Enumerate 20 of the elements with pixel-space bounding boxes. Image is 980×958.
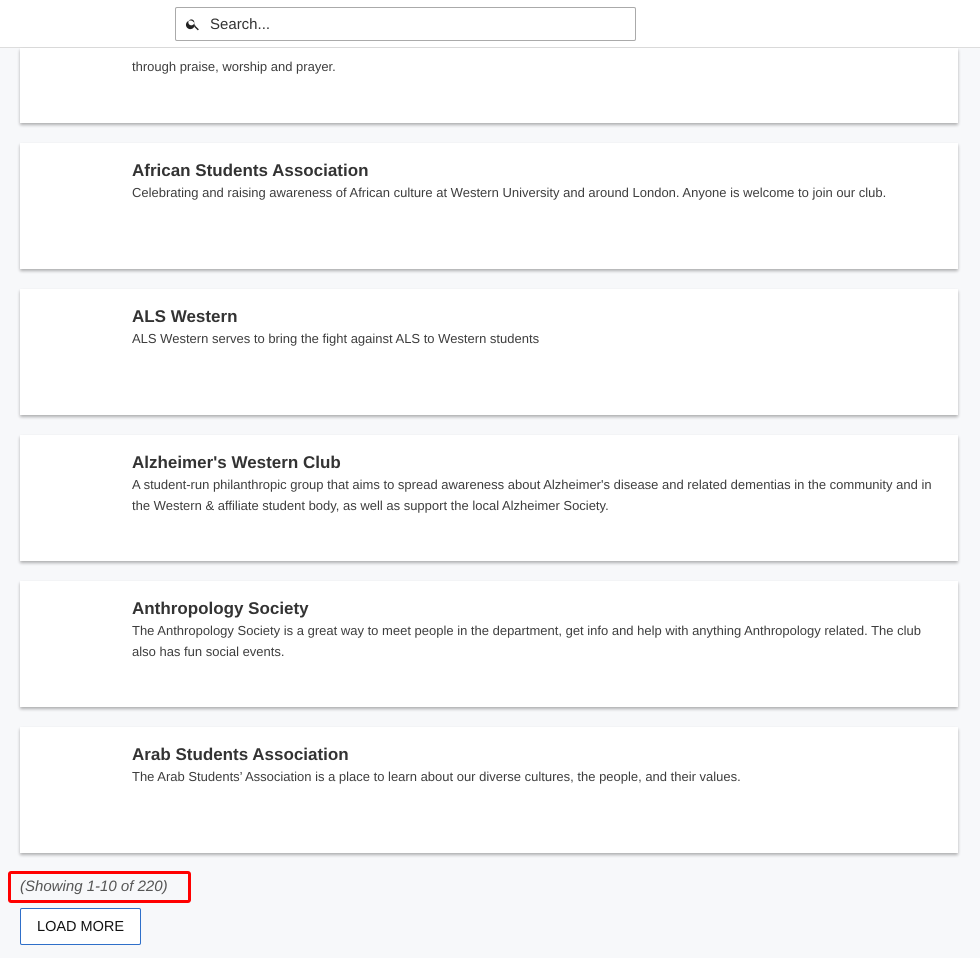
club-card[interactable]: Arab Students Association The Arab Students’ Association is a place to learn about our diverse cultures, the people, and their values. (20, 727, 958, 853)
club-description: The Arab Students’ Association is a place to learn about our diverse cultures, the people, and their values. (132, 768, 742, 786)
club-name: Anthropology Society (132, 598, 310, 620)
club-description: The Anthropology Society is a great way to meet people in the department, get info and help with anything Anthropology related. The club also has fun social events. (132, 622, 922, 661)
club-card[interactable]: ALS Western ALS Western serves to bring the fight against ALS to Western students (20, 289, 958, 415)
club-name: Alzheimer's Western Club (132, 452, 342, 474)
club-card[interactable]: Anthropology Society The Anthropology Society is a great way to meet people in the department, get info and help with anything Anthropology related. The club also has fun social events. (20, 581, 958, 707)
club-card[interactable] (20, 435, 958, 561)
club-description: Celebrating and raising awareness of African culture at Western University and around London. Anyone is welcome to join our club. (132, 184, 888, 202)
result-count: (Showing 1-10 of 220) (8, 871, 191, 903)
club-name: ALS Western (132, 306, 238, 328)
club-name: African Students Association (132, 160, 370, 182)
load-more-button[interactable]: LOAD MORE (20, 908, 142, 945)
club-description: through praise, worship and prayer. (132, 58, 337, 76)
club-card[interactable]: through praise, worship and prayer. (20, 48, 958, 123)
club-name: Arab Students Association (132, 744, 350, 766)
club-description: ALS Western serves to bring the fight against ALS to Western students (132, 330, 540, 348)
search-field[interactable]: Search... (175, 7, 636, 41)
club-card[interactable]: African Students Association Celebrating and raising awareness of African culture at Western University and around London. Anyone is welcome to join our club. (20, 143, 958, 269)
club-description: A student-run philanthropic group that aims to spread awareness about Alzheimer's disease and related dementias in the community and in the Western & affiliate student body, as well as support the local Alzheimer Society. (132, 476, 933, 515)
